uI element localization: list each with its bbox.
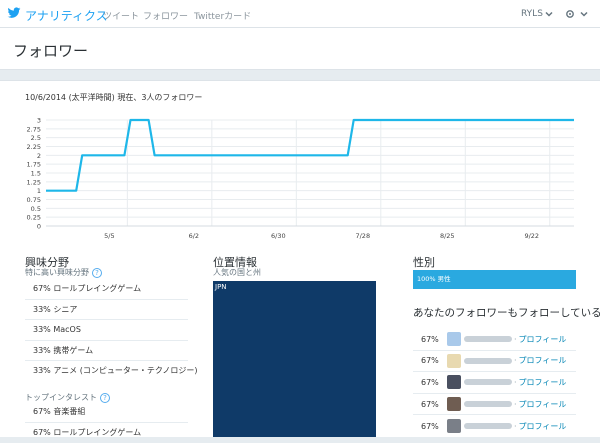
list-item: 33% シニア bbox=[25, 300, 188, 321]
y-tick-label: 0.25 bbox=[27, 214, 41, 222]
y-tick-label: 2.5 bbox=[31, 134, 41, 142]
list-item: 67% · プロフィール bbox=[413, 351, 576, 373]
y-tick-label: 1.5 bbox=[31, 170, 41, 178]
list-item: 67% 音楽番組 bbox=[25, 402, 188, 423]
help-icon[interactable]: ? bbox=[92, 268, 102, 278]
also-follow-title: あなたのフォロワーもフォローしている bbox=[413, 305, 589, 320]
y-tick-label: 3 bbox=[37, 117, 41, 125]
y-tick-label: 1 bbox=[37, 187, 41, 195]
list-item: 67% · プロフィール bbox=[413, 415, 576, 437]
x-tick-label: 5/5 bbox=[104, 232, 114, 240]
y-tick-label: 1.25 bbox=[27, 178, 41, 186]
chevron-down-icon[interactable] bbox=[544, 9, 554, 19]
y-tick-label: 2.25 bbox=[27, 143, 41, 151]
list-item: 67% · プロフィール bbox=[413, 372, 576, 394]
avatar[interactable] bbox=[447, 375, 461, 389]
region-label: JPN bbox=[215, 283, 227, 291]
list-item: 67% ロールプレイングゲーム bbox=[25, 279, 188, 300]
x-tick-label: 6/2 bbox=[189, 232, 199, 240]
profile-link[interactable]: プロフィール bbox=[519, 421, 567, 432]
y-tick-label: 2 bbox=[37, 152, 41, 160]
top-interests-text: トップインタレスト bbox=[25, 393, 97, 402]
chart-caption: 10/6/2014 (太平洋時間) 現在、3人のフォロワー bbox=[25, 92, 202, 103]
y-tick-label: 0 bbox=[37, 223, 41, 231]
profile-link[interactable]: プロフィール bbox=[519, 334, 567, 345]
location-subtitle: 人気の国と州 bbox=[213, 267, 261, 278]
list-item: 67% · プロフィール bbox=[413, 329, 576, 351]
blurred-username[interactable] bbox=[464, 358, 512, 364]
x-tick-label: 6/30 bbox=[271, 232, 286, 240]
y-tick-label: 0.5 bbox=[31, 205, 41, 213]
also-follow-list: 67% · プロフィール 67% · プロフィール 67% · プロフィール 6… bbox=[413, 329, 576, 437]
profile-link[interactable]: プロフィール bbox=[519, 399, 567, 410]
x-tick-label: 9/22 bbox=[524, 232, 539, 240]
list-item: 33% 携帯ゲーム bbox=[25, 341, 188, 362]
list-item: 67% · プロフィール bbox=[413, 394, 576, 416]
list-item: 33% MacOS bbox=[25, 320, 188, 341]
followers-line-chart: 00.250.50.7511.251.51.7522.252.52.753 5/5… bbox=[20, 106, 582, 240]
page-header: フォロワー bbox=[0, 28, 600, 70]
nav-tweets[interactable]: ツイート bbox=[103, 9, 139, 22]
y-tick-label: 2.75 bbox=[27, 125, 41, 133]
nav-twitter-cards[interactable]: Twitterカード bbox=[194, 9, 251, 22]
interests-subtitle: 特に高い興味分野? bbox=[25, 267, 102, 278]
location-treemap[interactable]: JPN bbox=[213, 281, 376, 437]
avatar[interactable] bbox=[447, 397, 461, 411]
interests-subtitle-text: 特に高い興味分野 bbox=[25, 268, 89, 277]
help-icon[interactable]: ? bbox=[100, 393, 110, 403]
x-tick-label: 8/25 bbox=[440, 232, 455, 240]
interests-list: 67% ロールプレイングゲーム 33% シニア 33% MacOS 33% 携帯… bbox=[25, 279, 188, 382]
gender-bar: 100% 男性 bbox=[413, 270, 576, 289]
blurred-username[interactable] bbox=[464, 379, 512, 385]
nav-followers[interactable]: フォロワー bbox=[143, 9, 188, 22]
page-title: フォロワー bbox=[13, 40, 88, 61]
list-item: 33% アニメ (コンピューター・テクノロジー) bbox=[25, 361, 188, 382]
x-tick-label: 7/28 bbox=[355, 232, 370, 240]
analytics-home-link[interactable]: アナリティクス bbox=[25, 7, 108, 24]
gender-title: 性別 bbox=[413, 254, 435, 270]
gear-icon[interactable] bbox=[564, 8, 576, 20]
avatar[interactable] bbox=[447, 354, 461, 368]
top-nav: アナリティクス ツイート フォロワー Twitterカード RYLS bbox=[0, 0, 600, 28]
y-tick-label: 1.75 bbox=[27, 161, 41, 169]
avatar[interactable] bbox=[447, 332, 461, 346]
avatar[interactable] bbox=[447, 419, 461, 433]
blurred-username[interactable] bbox=[464, 423, 512, 429]
blurred-username[interactable] bbox=[464, 401, 512, 407]
profile-link[interactable]: プロフィール bbox=[519, 377, 567, 388]
y-tick-label: 0.75 bbox=[27, 196, 41, 204]
chevron-down-icon[interactable] bbox=[579, 9, 589, 19]
blurred-username[interactable] bbox=[464, 336, 512, 342]
list-item: 67% ロールプレイングゲーム bbox=[25, 423, 188, 443]
profile-link[interactable]: プロフィール bbox=[519, 355, 567, 366]
account-menu[interactable]: RYLS bbox=[521, 9, 543, 19]
twitter-bird-icon[interactable] bbox=[7, 6, 21, 20]
